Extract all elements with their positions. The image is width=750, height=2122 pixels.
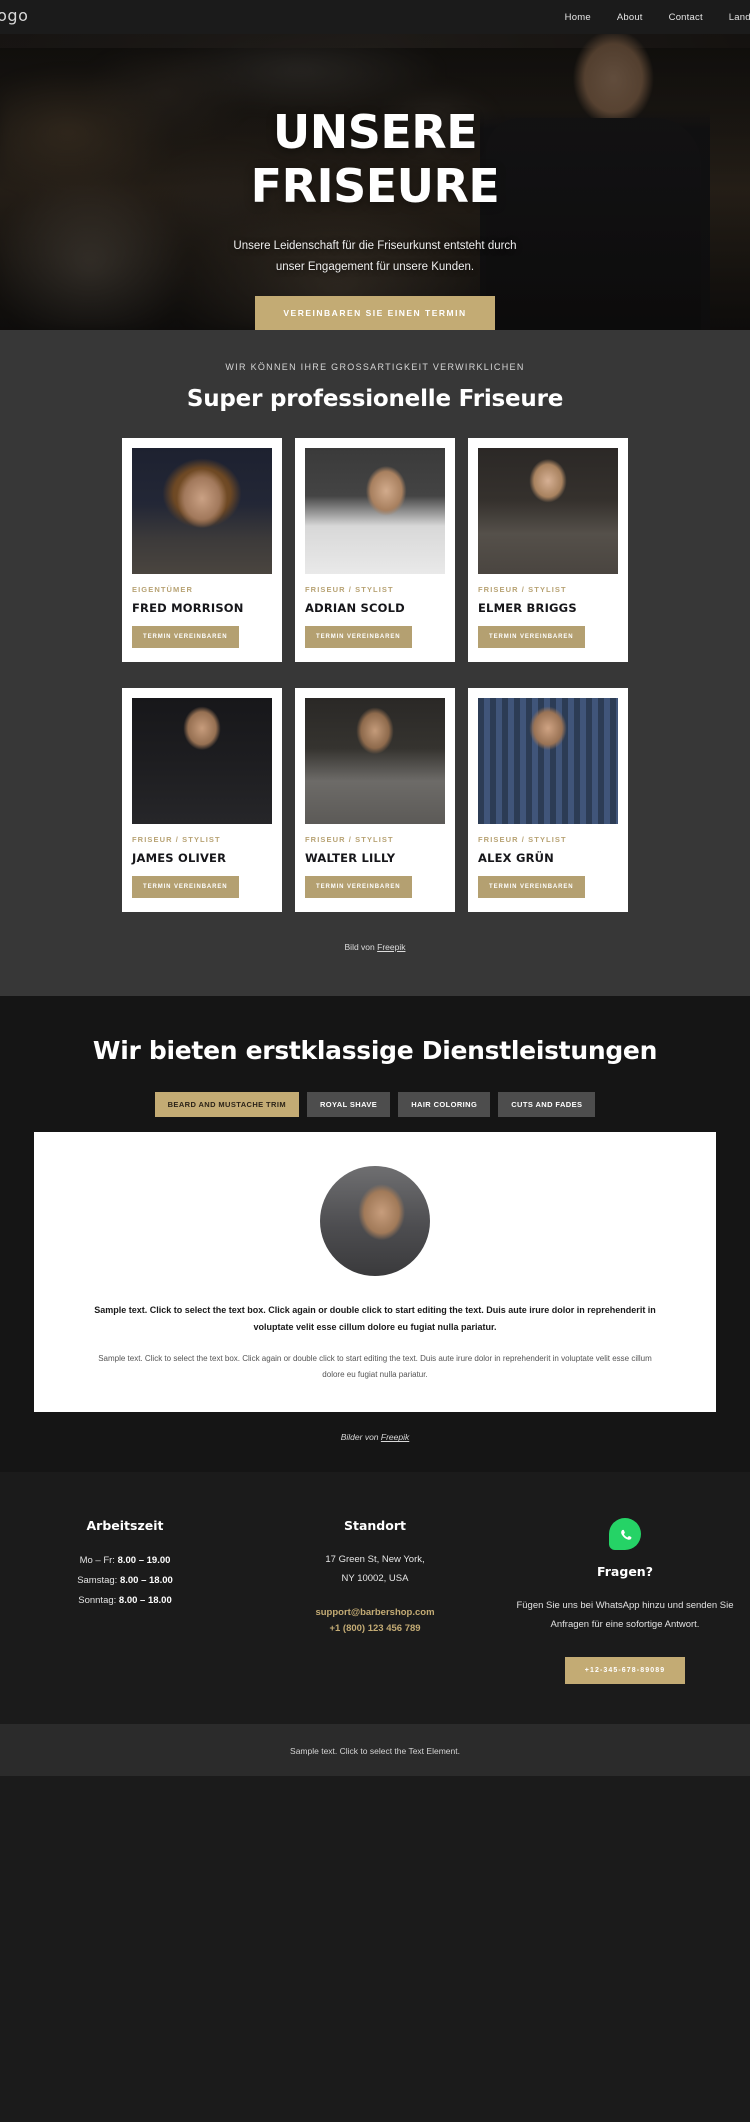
footer-phone-link[interactable]: +1 (800) 123 456 789 xyxy=(264,1623,486,1634)
footer-hours-row: Samstag: 8.00 – 18.00 xyxy=(14,1571,236,1591)
services-section: Wir bieten erstklassige Dienstleistungen… xyxy=(0,996,750,1473)
team-member-name: ELMER BRIGGS xyxy=(478,601,577,615)
team-member-role: FRISEUR / STYLIST xyxy=(132,835,221,844)
footer-hours-label: Samstag: xyxy=(77,1575,120,1587)
footer-hours-row: Sonntag: 8.00 – 18.00 xyxy=(14,1591,236,1611)
site-footer: Arbeitszeit Mo – Fr: 8.00 – 19.00 Samsta… xyxy=(0,1472,750,1724)
team-cards-row-2: FRISEUR / STYLIST JAMES OLIVER TERMIN VE… xyxy=(0,688,750,912)
footer-hours-label: Mo – Fr: xyxy=(79,1555,118,1567)
team-member-appointment-button[interactable]: TERMIN VEREINBAREN xyxy=(132,876,239,898)
footer-whatsapp-title: Fragen? xyxy=(597,1564,653,1580)
services-tabs: BEARD AND MUSTACHE TRIM ROYAL SHAVE HAIR… xyxy=(0,1092,750,1117)
team-credit-link[interactable]: Freepik xyxy=(377,942,405,952)
team-member-role: FRISEUR / STYLIST xyxy=(305,835,394,844)
hero-title: UNSERE FRISEURE xyxy=(0,105,750,214)
team-member-appointment-button[interactable]: TERMIN VEREINBAREN xyxy=(478,626,585,648)
footer-address-line-2: NY 10002, USA xyxy=(341,1572,409,1584)
team-member-photo xyxy=(132,698,272,824)
tab-cuts-and-fades[interactable]: CUTS AND FADES xyxy=(498,1092,596,1117)
team-member-role: FRISEUR / STYLIST xyxy=(478,835,567,844)
footer-address-line-1: 17 Green St, New York, xyxy=(325,1554,425,1566)
nav-item-contact[interactable]: Contact xyxy=(669,12,703,23)
site-header: Logo Home About Contact Landing xyxy=(0,0,750,34)
team-member-appointment-button[interactable]: TERMIN VEREINBAREN xyxy=(305,626,412,648)
team-card[interactable]: FRISEUR / STYLIST ELMER BRIGGS TERMIN VE… xyxy=(468,438,628,662)
team-member-role: FRISEUR / STYLIST xyxy=(478,585,567,594)
footer-hours-column: Arbeitszeit Mo – Fr: 8.00 – 19.00 Samsta… xyxy=(0,1518,250,1683)
footer-hours-label: Sonntag: xyxy=(78,1595,119,1607)
services-credit-prefix: Bilder von xyxy=(340,1432,381,1443)
team-member-appointment-button[interactable]: TERMIN VEREINBAREN xyxy=(305,876,412,898)
site-logo[interactable]: Logo xyxy=(0,6,28,25)
team-eyebrow: WIR KÖNNEN IHRE GROSSARTIGKEIT VERWIRKLI… xyxy=(225,362,525,372)
footer-email-link[interactable]: support@barbershop.com xyxy=(264,1607,486,1618)
hero-appointment-button[interactable]: VEREINBAREN SIE EINEN TERMIN xyxy=(255,296,495,330)
footer-hours-value: 8.00 – 18.00 xyxy=(119,1575,173,1587)
hero-section: UNSERE FRISEURE Unsere Leidenschaft für … xyxy=(0,34,750,330)
services-panel: Sample text. Click to select the text bo… xyxy=(34,1132,716,1413)
team-member-name: JAMES OLIVER xyxy=(132,851,227,865)
whatsapp-icon xyxy=(609,1518,641,1551)
service-avatar-image xyxy=(320,1166,430,1276)
team-member-photo xyxy=(305,698,445,824)
nav-item-about[interactable]: About xyxy=(617,12,643,23)
hero-title-line-2: FRISEURE xyxy=(250,158,500,213)
primary-nav: Home About Contact Landing xyxy=(565,12,750,23)
team-member-name: FRED MORRISON xyxy=(132,601,244,615)
team-member-appointment-button[interactable]: TERMIN VEREINBAREN xyxy=(132,626,239,648)
footer-hours-value: 8.00 – 19.00 xyxy=(117,1555,171,1567)
team-member-photo xyxy=(305,448,445,574)
services-title: Wir bieten erstklassige Dienstleistungen xyxy=(92,1036,658,1065)
tab-royal-shave[interactable]: ROYAL SHAVE xyxy=(306,1092,391,1117)
hero-subtitle-line-2: unser Engagement für unsere Kunden. xyxy=(275,260,475,273)
team-member-name: ALEX GRÜN xyxy=(478,851,555,865)
hero-title-line-1: UNSERE xyxy=(272,105,478,159)
hero-subtitle: Unsere Leidenschaft für die Friseurkunst… xyxy=(0,236,750,279)
services-image-credit: Bilder von Freepik xyxy=(0,1432,750,1442)
team-credit-prefix: Bild von xyxy=(344,942,378,952)
team-member-name: WALTER LILLY xyxy=(305,851,396,865)
nav-item-landing[interactable]: Landing xyxy=(729,12,750,23)
footer-bottom-text: Sample text. Click to select the Text El… xyxy=(290,1745,460,1756)
hero-subtitle-line-1: Unsere Leidenschaft für die Friseurkunst… xyxy=(233,239,517,252)
team-member-role: EIGENTÜMER xyxy=(132,585,194,594)
footer-hours-title: Arbeitszeit xyxy=(86,1518,164,1534)
footer-bottom-bar: Sample text. Click to select the Text El… xyxy=(0,1723,750,1776)
team-cards-row-1: EIGENTÜMER FRED MORRISON TERMIN VEREINBA… xyxy=(0,438,750,662)
team-card[interactable]: FRISEUR / STYLIST WALTER LILLY TERMIN VE… xyxy=(295,688,455,912)
nav-item-home[interactable]: Home xyxy=(565,12,591,23)
footer-hours-value: 8.00 – 18.00 xyxy=(118,1595,172,1607)
team-member-photo xyxy=(132,448,272,574)
team-title: Super professionelle Friseure xyxy=(186,386,564,412)
team-member-name: ADRIAN SCOLD xyxy=(305,601,405,615)
landing-page: Logo Home About Contact Landing UNSERE F… xyxy=(0,0,750,1776)
team-section: WIR KÖNNEN IHRE GROSSARTIGKEIT VERWIRKLI… xyxy=(0,330,750,996)
team-card[interactable]: EIGENTÜMER FRED MORRISON TERMIN VEREINBA… xyxy=(122,438,282,662)
footer-address: 17 Green St, New York, NY 10002, USA xyxy=(264,1551,486,1588)
team-member-appointment-button[interactable]: TERMIN VEREINBAREN xyxy=(478,876,585,898)
tab-beard-and-mustache-trim[interactable]: BEARD AND MUSTACHE TRIM xyxy=(154,1092,299,1117)
footer-hours-row: Mo – Fr: 8.00 – 19.00 xyxy=(14,1551,236,1571)
tab-hair-coloring[interactable]: HAIR COLORING xyxy=(398,1092,491,1117)
team-member-role: FRISEUR / STYLIST xyxy=(305,585,394,594)
services-credit-link[interactable]: Freepik xyxy=(381,1432,409,1442)
team-card[interactable]: FRISEUR / STYLIST ALEX GRÜN TERMIN VEREI… xyxy=(468,688,628,912)
footer-location-column: Standort 17 Green St, New York, NY 10002… xyxy=(250,1518,500,1683)
footer-whatsapp-number-button[interactable]: +12-345-678-89089 xyxy=(564,1656,686,1684)
footer-whatsapp-description: Fügen Sie uns bei WhatsApp hinzu und sen… xyxy=(516,1600,734,1630)
team-card[interactable]: FRISEUR / STYLIST JAMES OLIVER TERMIN VE… xyxy=(122,688,282,912)
team-image-credit: Bild von Freepik xyxy=(0,942,750,952)
team-card[interactable]: FRISEUR / STYLIST ADRIAN SCOLD TERMIN VE… xyxy=(295,438,455,662)
service-panel-body-text: Sample text. Click to select the text bo… xyxy=(98,1354,652,1379)
footer-location-title: Standort xyxy=(344,1518,406,1534)
footer-whatsapp-column: Fragen? Fügen Sie uns bei WhatsApp hinzu… xyxy=(500,1518,750,1684)
service-panel-lead-text: Sample text. Click to select the text bo… xyxy=(94,1305,656,1332)
team-member-photo xyxy=(478,698,618,824)
team-member-photo xyxy=(478,448,618,574)
